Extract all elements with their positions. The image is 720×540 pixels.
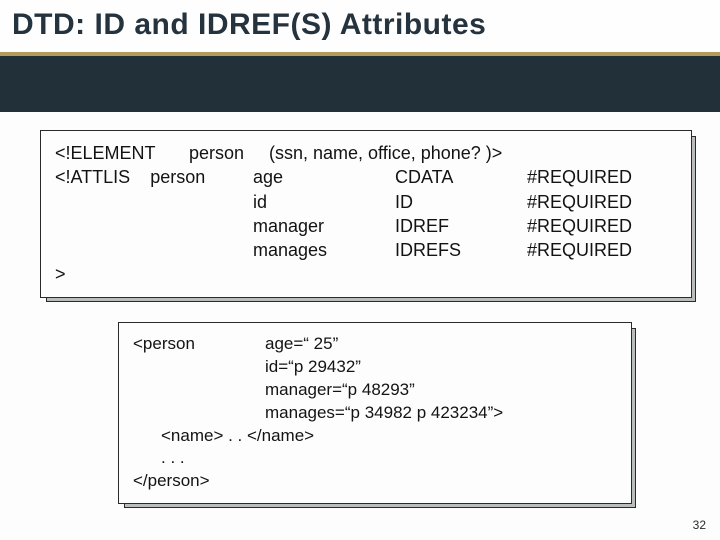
example-attr: id=“p 29432” bbox=[265, 356, 617, 379]
example-attr: manages=“p 34982 p 423234”> bbox=[265, 402, 617, 425]
example-attr-row: manager=“p 48293” bbox=[133, 379, 617, 402]
example-code: <person age=“ 25” id=“p 29432” manager=“… bbox=[118, 322, 632, 505]
slide-number: 32 bbox=[693, 518, 706, 532]
example-body: . . . bbox=[133, 447, 617, 470]
slide-header: DTD: ID and IDREF(S) Attributes bbox=[0, 0, 720, 56]
example-box: <person age=“ 25” id=“p 29432” manager=“… bbox=[118, 322, 632, 505]
example-body: <name> . . </name> bbox=[133, 425, 617, 448]
attr-default: #REQUIRED bbox=[527, 238, 677, 262]
example-attr-row: id=“p 29432” bbox=[133, 356, 617, 379]
keyword-attlist: <!ATTLIS person bbox=[55, 165, 251, 189]
element-content: (ssn, name, office, phone? )> bbox=[269, 141, 677, 165]
attr-default: #REQUIRED bbox=[527, 165, 677, 189]
example-attr: manager=“p 48293” bbox=[265, 379, 617, 402]
attlist-row: manager IDREF #REQUIRED bbox=[55, 214, 677, 238]
attr-default: #REQUIRED bbox=[527, 214, 677, 238]
attr-name: age bbox=[253, 165, 393, 189]
attlist-row: <!ATTLIS person age CDATA #REQUIRED bbox=[55, 165, 677, 189]
attr-type: IDREF bbox=[395, 214, 525, 238]
dtd-box: <!ELEMENT person (ssn, name, office, pho… bbox=[40, 130, 692, 298]
slide-title: DTD: ID and IDREF(S) Attributes bbox=[12, 8, 708, 42]
attr-type: ID bbox=[395, 190, 525, 214]
dtd-code: <!ELEMENT person (ssn, name, office, pho… bbox=[40, 130, 692, 298]
attlist-row: id ID #REQUIRED bbox=[55, 190, 677, 214]
attr-type: CDATA bbox=[395, 165, 525, 189]
example-open-row: <person age=“ 25” bbox=[133, 333, 617, 356]
attr-type: IDREFS bbox=[395, 238, 525, 262]
attr-default: #REQUIRED bbox=[527, 190, 677, 214]
attlist-row: manages IDREFS #REQUIRED bbox=[55, 238, 677, 262]
header-band bbox=[0, 56, 720, 112]
example-open-tag: <person bbox=[133, 333, 263, 356]
example-attr-row: manages=“p 34982 p 423234”> bbox=[133, 402, 617, 425]
element-decl-row: <!ELEMENT person (ssn, name, office, pho… bbox=[55, 141, 677, 165]
attr-name: manages bbox=[253, 238, 393, 262]
attr-name: id bbox=[253, 190, 393, 214]
example-close-tag: </person> bbox=[133, 470, 617, 493]
example-attr: age=“ 25” bbox=[265, 333, 617, 356]
dtd-close: > bbox=[55, 262, 677, 286]
slide-content: <!ELEMENT person (ssn, name, office, pho… bbox=[0, 112, 720, 540]
attr-name: manager bbox=[253, 214, 393, 238]
